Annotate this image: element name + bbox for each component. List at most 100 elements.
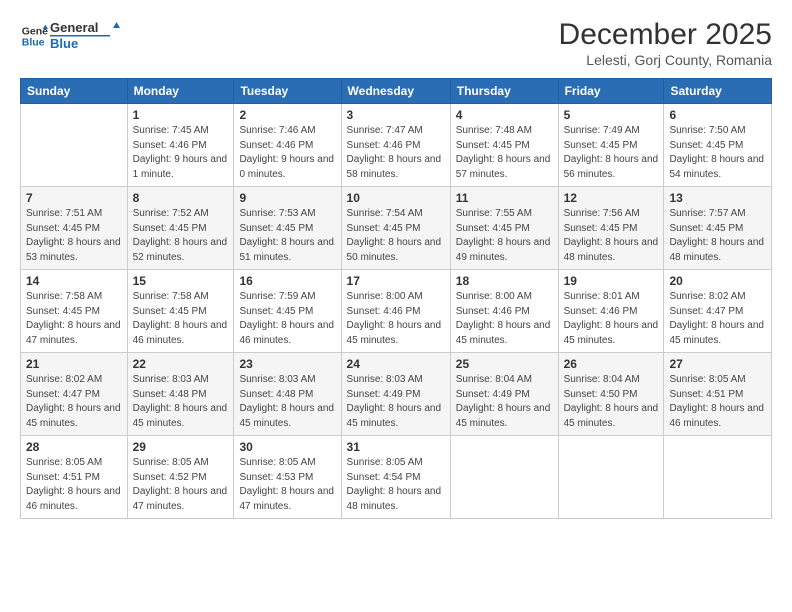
- logo-icon: General Blue: [20, 22, 48, 50]
- day-number: 28: [26, 440, 122, 454]
- col-monday: Monday: [127, 79, 234, 104]
- day-cell: 21Sunrise: 8:02 AMSunset: 4:47 PMDayligh…: [21, 353, 128, 436]
- day-cell: 1 Sunrise: 7:45 AMSunset: 4:46 PMDaylight…: [127, 104, 234, 187]
- day-cell: 24Sunrise: 8:03 AMSunset: 4:49 PMDayligh…: [341, 353, 450, 436]
- day-number: 9: [239, 191, 335, 205]
- day-number: 31: [347, 440, 445, 454]
- day-number: 6: [669, 108, 766, 122]
- day-cell: 9Sunrise: 7:53 AMSunset: 4:45 PMDaylight…: [234, 187, 341, 270]
- day-info: Sunrise: 8:03 AMSunset: 4:48 PMDaylight:…: [239, 373, 335, 431]
- day-info: Sunrise: 7:54 AMSunset: 4:45 PMDaylight:…: [347, 207, 445, 265]
- month-title: December 2025: [559, 18, 772, 52]
- day-number: 8: [133, 191, 229, 205]
- col-friday: Friday: [558, 79, 664, 104]
- day-number: 21: [26, 357, 122, 371]
- day-cell: 14 Sunrise: 7:58 AMSunset: 4:45 PMDayligh…: [21, 270, 128, 353]
- day-cell: 2 Sunrise: 7:46 AMSunset: 4:46 PMDaylight…: [234, 104, 341, 187]
- day-cell: [21, 104, 128, 187]
- svg-text:Blue: Blue: [22, 37, 45, 49]
- day-number: 4: [456, 108, 553, 122]
- day-cell: 27 Sunrise: 8:05 AMSunset: 4:51 PMDayligh…: [664, 353, 772, 436]
- day-cell: 8 Sunrise: 7:52 AMSunset: 4:45 PMDaylight…: [127, 187, 234, 270]
- day-info: Sunrise: 7:49 AMSunset: 4:45 PMDaylight:…: [564, 124, 659, 182]
- col-saturday: Saturday: [664, 79, 772, 104]
- day-number: 2: [239, 108, 335, 122]
- day-number: 22: [133, 357, 229, 371]
- day-cell: 18 Sunrise: 8:00 AMSunset: 4:46 PMDayligh…: [450, 270, 558, 353]
- week-row-1: 7Sunrise: 7:51 AMSunset: 4:45 PMDaylight…: [21, 187, 772, 270]
- header-row: Sunday Monday Tuesday Wednesday Thursday…: [21, 79, 772, 104]
- location-subtitle: Lelesti, Gorj County, Romania: [559, 52, 772, 68]
- day-number: 18: [456, 274, 553, 288]
- day-info: Sunrise: 8:00 AMSunset: 4:46 PMDaylight:…: [456, 290, 553, 348]
- day-number: 24: [347, 357, 445, 371]
- day-number: 19: [564, 274, 659, 288]
- day-cell: 19 Sunrise: 8:01 AMSunset: 4:46 PMDayligh…: [558, 270, 664, 353]
- week-row-2: 14 Sunrise: 7:58 AMSunset: 4:45 PMDayligh…: [21, 270, 772, 353]
- day-cell: 10 Sunrise: 7:54 AMSunset: 4:45 PMDayligh…: [341, 187, 450, 270]
- day-number: 10: [347, 191, 445, 205]
- day-number: 30: [239, 440, 335, 454]
- col-thursday: Thursday: [450, 79, 558, 104]
- day-cell: 30 Sunrise: 8:05 AMSunset: 4:53 PMDayligh…: [234, 436, 341, 519]
- day-number: 1: [133, 108, 229, 122]
- day-number: 3: [347, 108, 445, 122]
- day-number: 15: [133, 274, 229, 288]
- day-info: Sunrise: 8:05 AMSunset: 4:51 PMDaylight:…: [26, 456, 122, 514]
- svg-text:General: General: [50, 20, 98, 35]
- day-number: 12: [564, 191, 659, 205]
- logo: General Blue General Blue: [20, 18, 130, 54]
- day-cell: 4 Sunrise: 7:48 AMSunset: 4:45 PMDaylight…: [450, 104, 558, 187]
- title-section: December 2025 Lelesti, Gorj County, Roma…: [559, 18, 772, 68]
- day-cell: 13Sunrise: 7:57 AMSunset: 4:45 PMDayligh…: [664, 187, 772, 270]
- week-row-3: 21Sunrise: 8:02 AMSunset: 4:47 PMDayligh…: [21, 353, 772, 436]
- day-info: Sunrise: 7:58 AMSunset: 4:45 PMDaylight:…: [26, 290, 122, 348]
- col-tuesday: Tuesday: [234, 79, 341, 104]
- day-number: 27: [669, 357, 766, 371]
- day-cell: 11Sunrise: 7:55 AMSunset: 4:45 PMDayligh…: [450, 187, 558, 270]
- day-cell: 29 Sunrise: 8:05 AMSunset: 4:52 PMDayligh…: [127, 436, 234, 519]
- day-number: 16: [239, 274, 335, 288]
- day-cell: 22 Sunrise: 8:03 AMSunset: 4:48 PMDayligh…: [127, 353, 234, 436]
- day-number: 11: [456, 191, 553, 205]
- day-info: Sunrise: 7:48 AMSunset: 4:45 PMDaylight:…: [456, 124, 553, 182]
- day-info: Sunrise: 7:52 AMSunset: 4:45 PMDaylight:…: [133, 207, 229, 265]
- day-info: Sunrise: 7:56 AMSunset: 4:45 PMDaylight:…: [564, 207, 659, 265]
- day-info: Sunrise: 8:03 AMSunset: 4:48 PMDaylight:…: [133, 373, 229, 431]
- header: General Blue General Blue December 2025 …: [20, 18, 772, 68]
- day-info: Sunrise: 7:46 AMSunset: 4:46 PMDaylight:…: [239, 124, 335, 182]
- day-number: 14: [26, 274, 122, 288]
- day-info: Sunrise: 8:01 AMSunset: 4:46 PMDaylight:…: [564, 290, 659, 348]
- day-number: 29: [133, 440, 229, 454]
- day-info: Sunrise: 7:50 AMSunset: 4:45 PMDaylight:…: [669, 124, 766, 182]
- day-cell: 5 Sunrise: 7:49 AMSunset: 4:45 PMDaylight…: [558, 104, 664, 187]
- col-wednesday: Wednesday: [341, 79, 450, 104]
- logo-svg: General Blue: [50, 18, 130, 54]
- day-info: Sunrise: 8:05 AMSunset: 4:51 PMDaylight:…: [669, 373, 766, 431]
- day-info: Sunrise: 7:51 AMSunset: 4:45 PMDaylight:…: [26, 207, 122, 265]
- day-info: Sunrise: 7:57 AMSunset: 4:45 PMDaylight:…: [669, 207, 766, 265]
- day-info: Sunrise: 8:05 AMSunset: 4:53 PMDaylight:…: [239, 456, 335, 514]
- day-cell: 15Sunrise: 7:58 AMSunset: 4:45 PMDayligh…: [127, 270, 234, 353]
- day-cell: [664, 436, 772, 519]
- day-cell: 12 Sunrise: 7:56 AMSunset: 4:45 PMDayligh…: [558, 187, 664, 270]
- day-cell: 7Sunrise: 7:51 AMSunset: 4:45 PMDaylight…: [21, 187, 128, 270]
- day-cell: 23Sunrise: 8:03 AMSunset: 4:48 PMDayligh…: [234, 353, 341, 436]
- day-number: 26: [564, 357, 659, 371]
- day-info: Sunrise: 8:05 AMSunset: 4:54 PMDaylight:…: [347, 456, 445, 514]
- day-cell: 31 Sunrise: 8:05 AMSunset: 4:54 PMDayligh…: [341, 436, 450, 519]
- col-sunday: Sunday: [21, 79, 128, 104]
- day-cell: 28 Sunrise: 8:05 AMSunset: 4:51 PMDayligh…: [21, 436, 128, 519]
- svg-text:Blue: Blue: [50, 36, 78, 51]
- day-number: 17: [347, 274, 445, 288]
- day-info: Sunrise: 8:04 AMSunset: 4:49 PMDaylight:…: [456, 373, 553, 431]
- day-info: Sunrise: 8:05 AMSunset: 4:52 PMDaylight:…: [133, 456, 229, 514]
- day-number: 5: [564, 108, 659, 122]
- day-number: 25: [456, 357, 553, 371]
- day-cell: 3Sunrise: 7:47 AMSunset: 4:46 PMDaylight…: [341, 104, 450, 187]
- day-info: Sunrise: 8:02 AMSunset: 4:47 PMDaylight:…: [669, 290, 766, 348]
- day-cell: 20Sunrise: 8:02 AMSunset: 4:47 PMDayligh…: [664, 270, 772, 353]
- day-info: Sunrise: 7:45 AMSunset: 4:46 PMDaylight:…: [133, 124, 229, 182]
- day-cell: 26Sunrise: 8:04 AMSunset: 4:50 PMDayligh…: [558, 353, 664, 436]
- day-cell: 6 Sunrise: 7:50 AMSunset: 4:45 PMDaylight…: [664, 104, 772, 187]
